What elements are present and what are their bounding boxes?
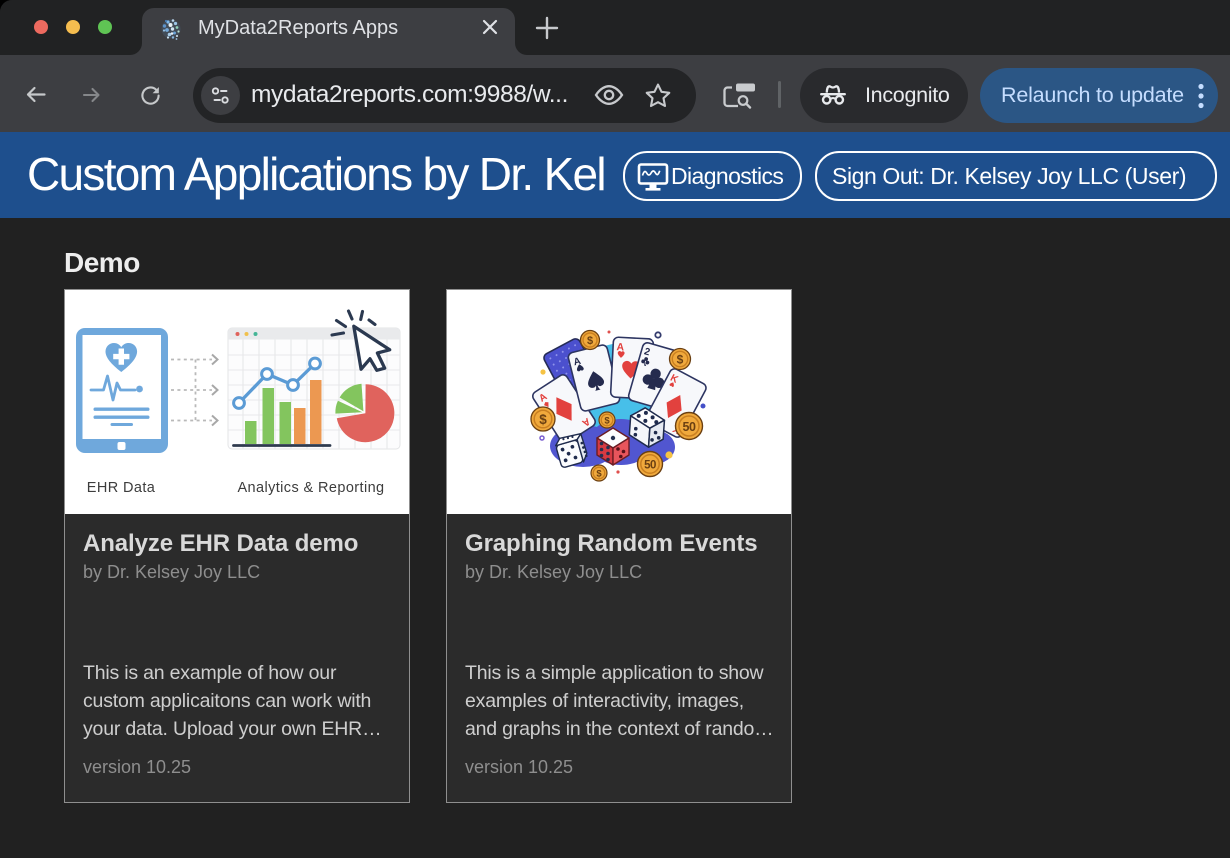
svg-text:Analytics & Reporting: Analytics & Reporting xyxy=(237,480,384,496)
svg-text:$: $ xyxy=(677,353,684,367)
svg-text:50: 50 xyxy=(644,460,656,472)
svg-text:$: $ xyxy=(539,412,547,427)
svg-text:EHR Data: EHR Data xyxy=(87,480,156,496)
svg-text:$: $ xyxy=(587,335,593,347)
svg-text:50: 50 xyxy=(683,420,696,434)
svg-text:$: $ xyxy=(596,469,602,480)
svg-text:$: $ xyxy=(604,416,610,427)
